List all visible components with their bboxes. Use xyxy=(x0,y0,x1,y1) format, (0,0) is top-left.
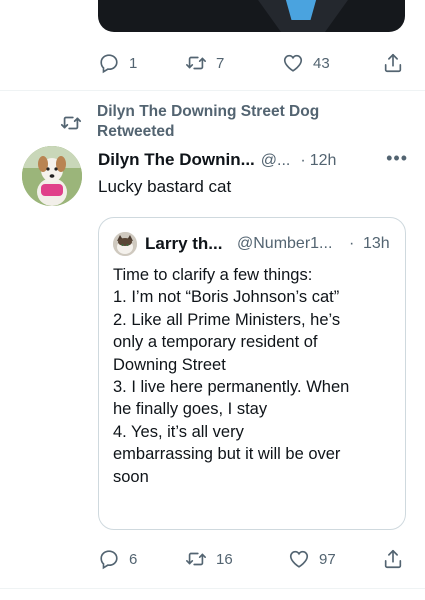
quote-header: Larry th... @Number1... · 13h xyxy=(113,231,398,257)
tweet-divider xyxy=(0,588,425,589)
like-button[interactable]: 43 xyxy=(282,50,330,76)
retweet-icon xyxy=(186,552,206,566)
separator-dot: · xyxy=(349,235,355,252)
retweet-icon xyxy=(186,56,206,70)
retweet-button[interactable]: 16 xyxy=(185,546,233,572)
tweet-text: Lucky bastard cat xyxy=(98,177,232,196)
heart-icon xyxy=(283,54,303,72)
display-name[interactable]: Dilyn The Downin... xyxy=(98,150,255,169)
quote-text: Time to clarify a few things: 1. I’m not… xyxy=(113,264,398,488)
quote-avatar[interactable] xyxy=(113,232,137,256)
tweet-header: Dilyn The Downin... @... · 12h ••• xyxy=(98,148,408,172)
like-button[interactable]: 97 xyxy=(288,546,336,572)
heart-icon xyxy=(289,550,309,568)
retweet-icon xyxy=(60,116,82,130)
like-count: 97 xyxy=(319,550,336,568)
reply-count: 6 xyxy=(129,550,138,568)
separator-dot: · xyxy=(300,152,306,169)
reply-icon xyxy=(100,550,118,570)
dog-avatar-image xyxy=(22,146,82,206)
retweet-count: 7 xyxy=(216,54,225,72)
quote-line: Downing Street xyxy=(113,355,226,374)
reply-icon xyxy=(100,54,118,74)
quote-line: soon xyxy=(113,467,149,486)
more-options-icon[interactable]: ••• xyxy=(386,148,408,168)
avatar[interactable] xyxy=(22,146,82,206)
reply-button[interactable]: 6 xyxy=(98,546,137,572)
share-icon xyxy=(384,53,402,73)
quote-line: embarrassing but it will be over xyxy=(113,445,341,464)
tweet-actions: 6 16 97 xyxy=(98,546,408,572)
quote-line: 3. I live here permanently. When xyxy=(113,378,350,397)
quote-line: only a temporary resident of xyxy=(113,333,318,352)
quote-tweet-card[interactable]: Larry th... @Number1... · 13h Time to cl… xyxy=(98,217,406,530)
quote-line: 2. Like all Prime Ministers, he’s xyxy=(113,310,341,329)
reply-count: 1 xyxy=(129,54,138,72)
tweet-time[interactable]: 12h xyxy=(310,152,337,169)
previous-tweet-actions: 1 7 43 xyxy=(98,50,408,76)
tweet-divider xyxy=(0,90,425,91)
quote-time[interactable]: 13h xyxy=(363,231,390,257)
retweeted-by-label: Dilyn The Downing Street Dog Retweeted xyxy=(97,103,320,140)
like-count: 43 xyxy=(313,54,330,72)
share-button[interactable] xyxy=(382,50,404,76)
quote-line: he finally goes, I stay xyxy=(113,400,268,419)
quote-user-handle[interactable]: @Number1... xyxy=(237,231,332,257)
user-handle[interactable]: @... xyxy=(261,152,291,169)
cat-avatar-image xyxy=(113,232,137,256)
quote-line: 1. I’m not “Boris Johnson’s cat” xyxy=(113,288,340,307)
quote-display-name[interactable]: Larry th... xyxy=(145,231,222,257)
retweet-button[interactable]: 7 xyxy=(185,50,224,76)
share-icon xyxy=(384,549,402,569)
quote-line: 4. Yes, it’s all very xyxy=(113,422,244,441)
reply-button[interactable]: 1 xyxy=(98,50,137,76)
previous-tweet-media[interactable] xyxy=(98,0,405,32)
share-button[interactable] xyxy=(382,546,404,572)
quote-line: Time to clarify a few things: xyxy=(113,266,313,284)
retweet-count: 16 xyxy=(216,550,233,568)
